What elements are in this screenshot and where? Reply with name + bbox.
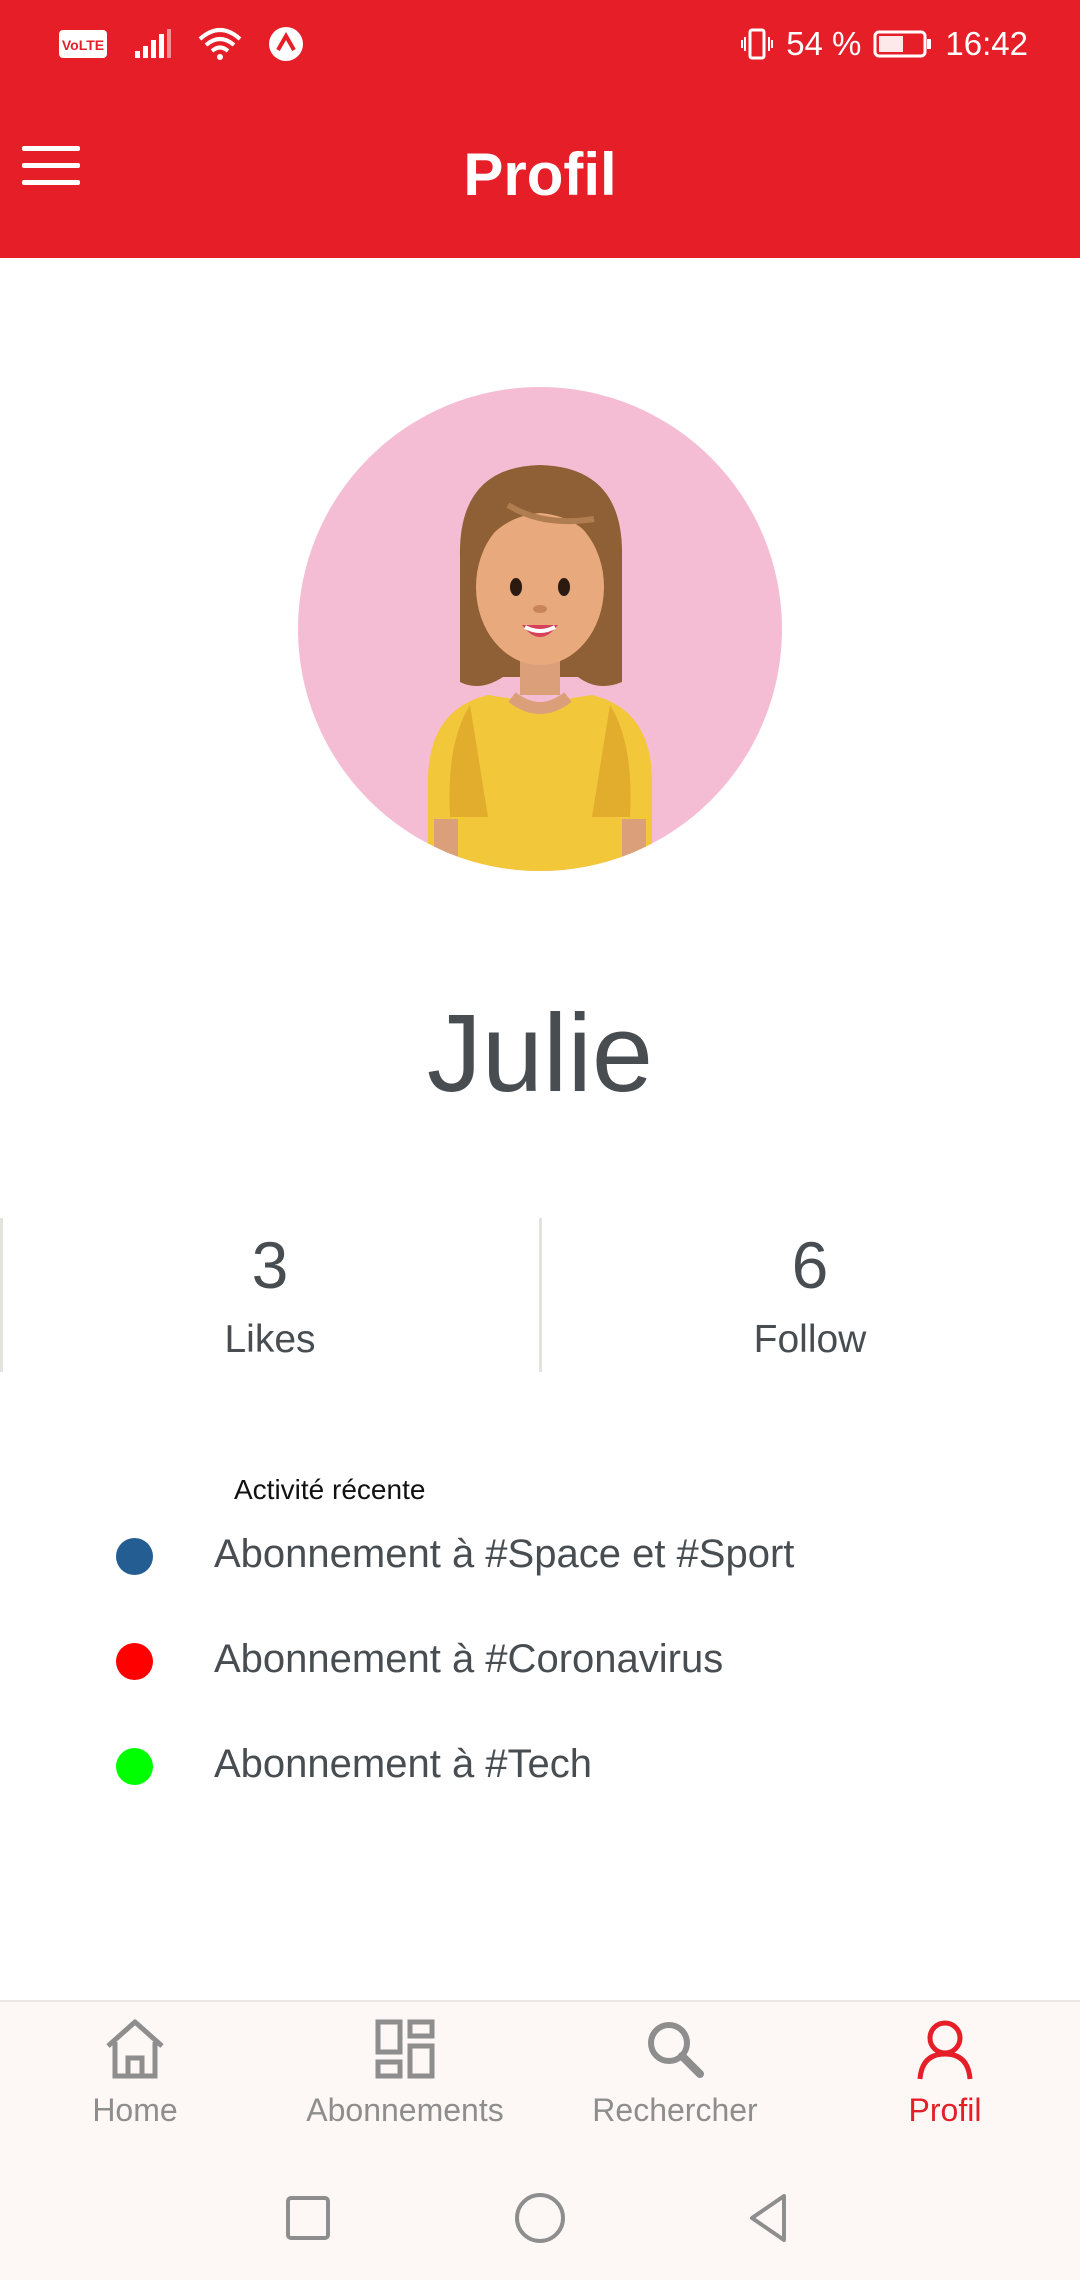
- activity-text: Abonnement à #Tech: [214, 1742, 593, 1786]
- stat-likes[interactable]: 3 Likes: [0, 1218, 540, 1372]
- activity-item: Abonnement à #Space et #Sport: [0, 1528, 1080, 1588]
- battery-icon: [873, 30, 932, 58]
- app-notification-icon: [269, 27, 303, 61]
- stat-follow[interactable]: 6 Follow: [540, 1218, 1080, 1372]
- bottom-navigation: Home Abonnements Rechercher Profil: [0, 2000, 1080, 2158]
- battery-percent: 54 %: [786, 25, 862, 62]
- nav-label-profil: Profil: [908, 2092, 982, 2128]
- nav-label-abonnements: Abonnements: [306, 2092, 504, 2128]
- activity-title: Activité récente: [234, 1474, 426, 1505]
- grid-icon: [375, 2019, 435, 2079]
- profile-name: Julie: [426, 992, 654, 1115]
- activity-text: Abonnement à #Space et #Sport: [214, 1532, 795, 1576]
- status-left: VoLTE: [58, 26, 304, 62]
- avatar-illustration: [428, 465, 652, 871]
- search-icon: [648, 2022, 704, 2078]
- nav-item-abonnements[interactable]: Abonnements: [270, 2016, 540, 2156]
- svg-text:VoLTE: VoLTE: [62, 37, 104, 53]
- page-title: Profil: [463, 141, 617, 208]
- stat-follow-label: Follow: [753, 1318, 867, 1361]
- avatar: [298, 387, 782, 871]
- wifi-icon: [198, 28, 242, 60]
- activity-text: Abonnement à #Coronavirus: [214, 1637, 724, 1681]
- nav-item-home[interactable]: Home: [0, 2016, 270, 2156]
- signal-icon: [135, 29, 171, 58]
- status-bar: VoLTE 54 % 16:42: [0, 0, 1080, 92]
- stat-likes-value: 3: [251, 1228, 289, 1302]
- profile-screen: VoLTE 54 % 16:42 Profil Julie 3 Likes 6 …: [0, 0, 1080, 2280]
- app-bar: Profil: [0, 92, 1080, 258]
- vibrate-icon: [741, 28, 774, 60]
- stat-likes-label: Likes: [224, 1318, 316, 1361]
- user-icon: [917, 2020, 973, 2080]
- stat-follow-value: 6: [791, 1228, 829, 1302]
- home-circle-icon[interactable]: [508, 2186, 572, 2250]
- volte-icon: VoLTE: [59, 30, 107, 58]
- status-right: 54 % 16:42: [740, 25, 1028, 63]
- system-navigation: [0, 2156, 1080, 2280]
- activity-dot-icon: [116, 1643, 153, 1680]
- recent-apps-icon[interactable]: [276, 2186, 340, 2250]
- nav-item-rechercher[interactable]: Rechercher: [540, 2016, 810, 2156]
- home-icon: [106, 2019, 164, 2079]
- nav-item-profil[interactable]: Profil: [810, 2016, 1080, 2156]
- activity-dot-icon: [116, 1748, 153, 1785]
- nav-label-rechercher: Rechercher: [592, 2092, 758, 2128]
- profile-stats: 3 Likes 6 Follow: [0, 1218, 1080, 1372]
- header-bar: VoLTE 54 % 16:42 Profil: [0, 0, 1080, 258]
- status-time: 16:42: [945, 25, 1028, 62]
- back-triangle-icon[interactable]: [738, 2186, 802, 2250]
- nav-label-home: Home: [92, 2092, 178, 2128]
- activity-item: Abonnement à #Tech: [0, 1738, 1080, 1798]
- activity-dot-icon: [116, 1538, 153, 1575]
- activity-item: Abonnement à #Coronavirus: [0, 1633, 1080, 1693]
